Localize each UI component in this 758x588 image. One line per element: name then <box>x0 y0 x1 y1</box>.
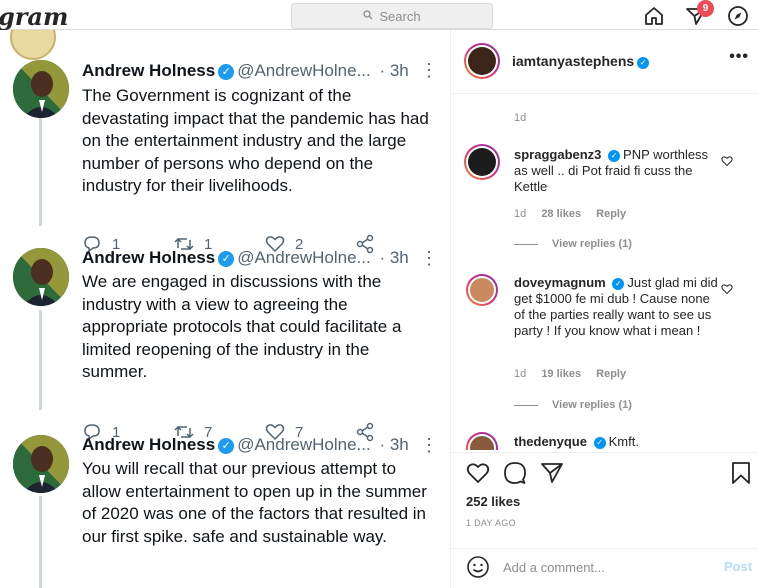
tweet-handle: @AndrewHolne... <box>237 435 371 454</box>
post-header: iamtanyastephens ✓ ••• <box>451 30 758 94</box>
comment-like-heart-icon[interactable] <box>721 283 733 295</box>
share-direct-icon[interactable] <box>540 461 564 485</box>
tweet-profile-strip <box>0 30 450 60</box>
explore-compass-icon[interactable] <box>727 5 749 27</box>
emoji-icon[interactable] <box>466 555 490 579</box>
comment-likes[interactable]: 19 likes <box>541 368 581 380</box>
post-side-panel: iamtanyastephens ✓ ••• 1d spraggabenz3 ✓ P… <box>450 30 758 588</box>
section-divider <box>451 548 758 549</box>
view-replies-label: View replies (1) <box>552 399 632 411</box>
commenter-avatar[interactable] <box>464 144 500 180</box>
tweet-handle: @AndrewHolne... <box>237 248 371 267</box>
comment-meta: 1d 19 likes Reply <box>514 368 638 380</box>
view-replies-button[interactable]: View replies (1) <box>514 399 632 411</box>
comment-username[interactable]: thedenyque <box>514 434 587 449</box>
tweet-author-name: Andrew Holness <box>82 61 216 80</box>
like-heart-icon[interactable] <box>466 461 490 485</box>
comment-text: thedenyque ✓ Kmft. <box>514 434 721 450</box>
tweet-text: The Government is cognizant of the devas… <box>82 86 429 195</box>
thread-line <box>39 310 42 410</box>
commenter-avatar[interactable] <box>466 432 498 450</box>
replies-dash <box>514 404 538 406</box>
tweet-author-name: Andrew Holness <box>82 435 216 454</box>
tweet-time: · 3h <box>379 435 409 454</box>
view-replies-label: View replies (1) <box>552 238 632 250</box>
verified-icon: ✓ <box>608 150 621 162</box>
reply-button[interactable]: Reply <box>596 368 626 380</box>
verified-icon: ✓ <box>637 57 650 69</box>
profile-avatar <box>10 30 56 60</box>
reply-button[interactable]: Reply <box>596 208 626 220</box>
tweet-text: You will recall that our previous attemp… <box>82 459 427 546</box>
more-options-icon: ⋮ <box>420 435 438 455</box>
verified-icon: ✓ <box>593 437 606 449</box>
tweet-avatar <box>13 248 69 306</box>
caption-time: 1d <box>514 112 527 124</box>
post-action-bar <box>451 455 758 491</box>
post-button[interactable]: Post <box>724 559 752 574</box>
tweet-avatar <box>13 435 69 493</box>
home-icon[interactable] <box>643 5 665 27</box>
thread-line <box>39 496 42 588</box>
instagram-logo[interactable]: gram <box>0 2 68 31</box>
more-options-icon[interactable]: ••• <box>729 48 749 66</box>
likes-count[interactable]: 252 likes <box>466 494 520 509</box>
verified-icon: ✓ <box>218 251 235 267</box>
verified-icon: ✓ <box>612 278 625 290</box>
author-name-row: iamtanyastephens ✓ <box>512 53 652 71</box>
comment-bubble-icon[interactable] <box>503 461 527 485</box>
tweet-avatar <box>13 60 69 118</box>
tweet-time: · 3h <box>379 61 409 80</box>
search-input[interactable]: Search <box>291 3 493 29</box>
comment-text: spraggabenz3 ✓ PNP worthless as well .. d… <box>514 147 721 195</box>
comment-time: 1d <box>514 368 527 380</box>
comment-input[interactable] <box>503 556 713 578</box>
add-comment-form: Post <box>451 550 758 588</box>
thread-line <box>39 118 42 226</box>
notification-badge: 9 <box>697 0 714 17</box>
comment-username[interactable]: spraggabenz3 <box>514 147 601 162</box>
author-username[interactable]: iamtanyastephens <box>512 53 634 69</box>
verified-icon: ✓ <box>218 438 235 454</box>
more-options-icon: ⋮ <box>420 248 438 268</box>
more-options-icon: ⋮ <box>420 60 438 80</box>
replies-dash <box>514 243 538 245</box>
comment-like-heart-icon[interactable] <box>721 155 733 167</box>
tweet-time: · 3h <box>379 248 409 267</box>
search-placeholder: Search <box>379 8 421 24</box>
post-time-ago: 1 DAY AGO <box>466 518 516 528</box>
tweet-text: We are engaged in discussions with the i… <box>82 272 402 381</box>
comment-text: doveymagnum ✓ Just glad mi did get $1000 … <box>514 275 721 339</box>
comment-username[interactable]: doveymagnum <box>514 275 606 290</box>
commenter-avatar[interactable] <box>466 274 498 306</box>
top-navigation-bar: gram Search 9 <box>0 0 758 31</box>
author-avatar[interactable] <box>464 43 500 79</box>
comment-meta: 1d 28 likes Reply <box>514 208 638 220</box>
search-icon <box>363 9 373 23</box>
tweet-header: Andrew Holness ✓ @AndrewHolne... · 3h <box>82 435 409 455</box>
comment-likes[interactable]: 28 likes <box>541 208 581 220</box>
section-divider <box>451 452 758 453</box>
tweet-handle: @AndrewHolne... <box>237 61 371 80</box>
comment-time: 1d <box>514 208 527 220</box>
post-image: Andrew Holness ✓ @AndrewHolne... · 3h ⋮ Th… <box>0 30 450 588</box>
save-bookmark-icon[interactable] <box>729 461 753 485</box>
view-replies-button[interactable]: View replies (1) <box>514 238 632 250</box>
tweet-header: Andrew Holness ✓ @AndrewHolne... · 3h <box>82 61 409 81</box>
verified-icon: ✓ <box>218 64 235 80</box>
tweet-author-name: Andrew Holness <box>82 248 216 267</box>
tweet-header: Andrew Holness ✓ @AndrewHolne... · 3h <box>82 248 409 268</box>
comment-body: Kmft. <box>608 434 639 449</box>
comment: thedenyque ✓ Kmft. <box>451 432 758 450</box>
